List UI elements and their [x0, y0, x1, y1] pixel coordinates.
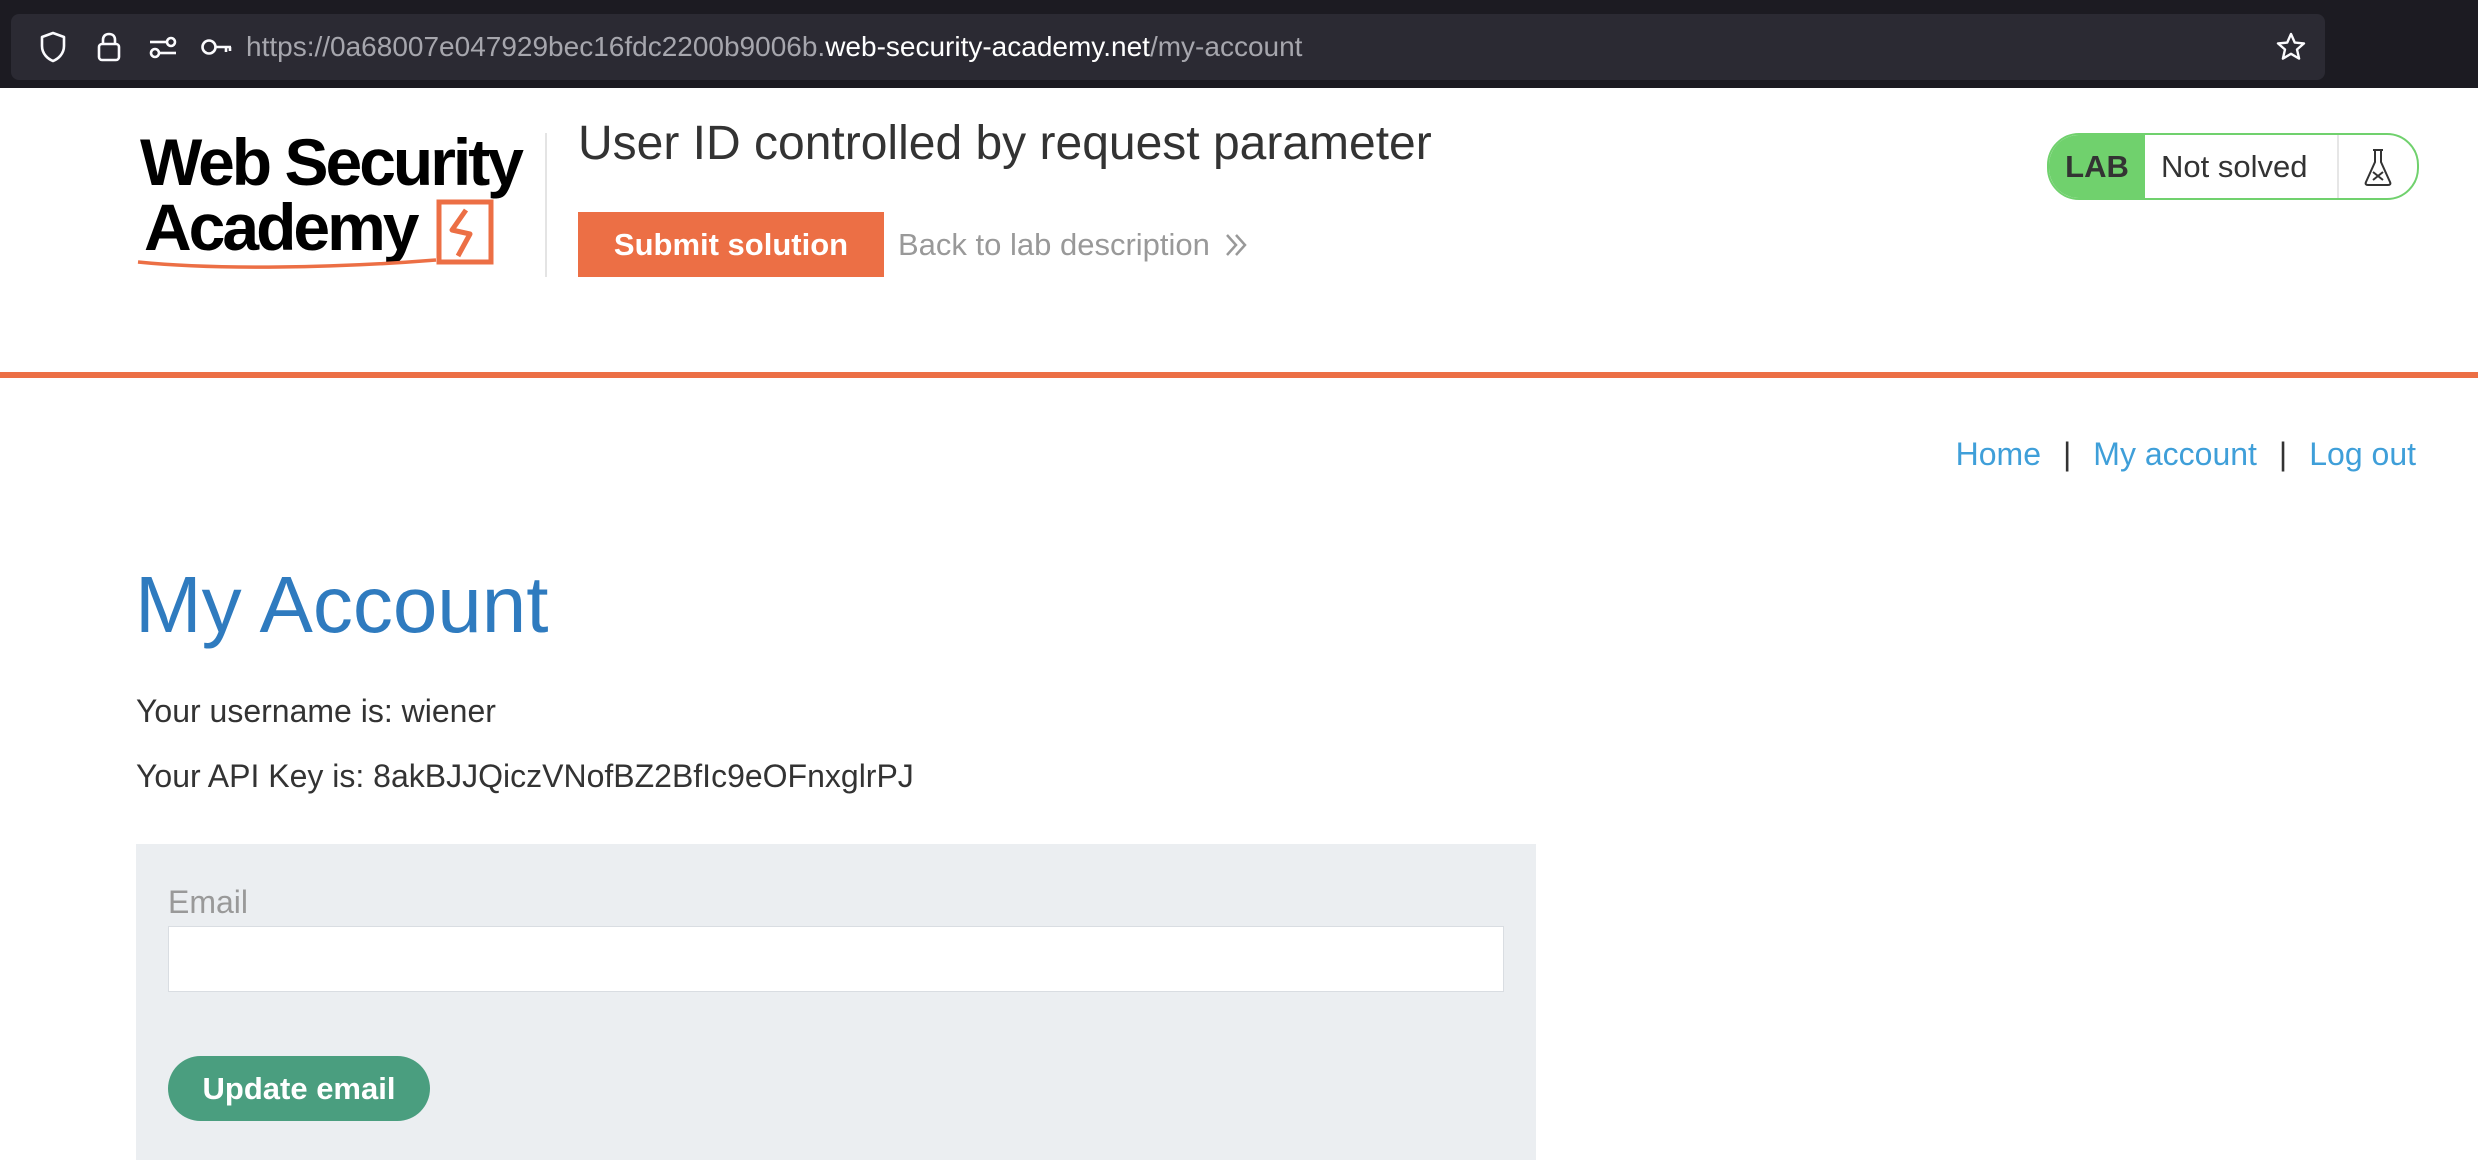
nav-separator: | [2278, 436, 2288, 472]
lock-icon[interactable] [85, 14, 133, 80]
web-security-academy-logo[interactable]: Web Security Academy [136, 125, 546, 275]
back-link-label: Back to lab description [898, 226, 1210, 262]
page-title: My Account [135, 560, 549, 649]
back-to-lab-description-link[interactable]: Back to lab description [898, 212, 1248, 277]
nav-my-account-link[interactable]: My account [2093, 436, 2257, 473]
svg-text:Web Security: Web Security [140, 130, 524, 199]
update-email-form: Email Update email [136, 844, 1536, 1160]
api-key-info: Your API Key is: 8akBJJQiczVNofBZ2BfIc9e… [136, 758, 914, 794]
submit-solution-button[interactable]: Submit solution [578, 212, 884, 277]
lab-status-widget: LAB Not solved [2047, 133, 2419, 200]
nav-home-link[interactable]: Home [1956, 436, 2041, 473]
top-nav: Home | My account | Log out [1956, 436, 2416, 473]
svg-text:Academy: Academy [144, 190, 420, 264]
email-label: Email [168, 884, 249, 920]
email-field[interactable] [168, 926, 1504, 992]
nav-separator: | [2062, 436, 2072, 472]
url-prefix: https://0a68007e047929bec16fdc2200b9006b… [246, 31, 826, 62]
lab-badge: LAB [2049, 135, 2145, 198]
lab-header-divider [0, 372, 2478, 378]
toolbar-spacer [2330, 14, 2478, 80]
header-divider [545, 133, 547, 277]
url-domain: web-security-academy.net [825, 31, 1150, 62]
chevrons-right-icon [1224, 232, 1248, 258]
url-text[interactable]: https://0a68007e047929bec16fdc2200b9006b… [246, 14, 1302, 80]
shield-icon[interactable] [29, 14, 77, 80]
star-icon[interactable] [2267, 14, 2315, 80]
username-info: Your username is: wiener [136, 693, 496, 729]
url-path: /my-account [1149, 31, 1303, 62]
nav-log-out-link[interactable]: Log out [2309, 436, 2416, 473]
lab-title: User ID controlled by request parameter [578, 117, 1432, 170]
flask-icon [2339, 135, 2417, 198]
key-icon[interactable] [193, 14, 241, 80]
browser-toolbar: https://0a68007e047929bec16fdc2200b9006b… [0, 0, 2478, 88]
lab-status-text: Not solved [2145, 135, 2339, 198]
update-email-button[interactable]: Update email [168, 1056, 430, 1121]
address-bar[interactable]: https://0a68007e047929bec16fdc2200b9006b… [11, 14, 2325, 80]
permissions-icon[interactable] [139, 14, 187, 80]
